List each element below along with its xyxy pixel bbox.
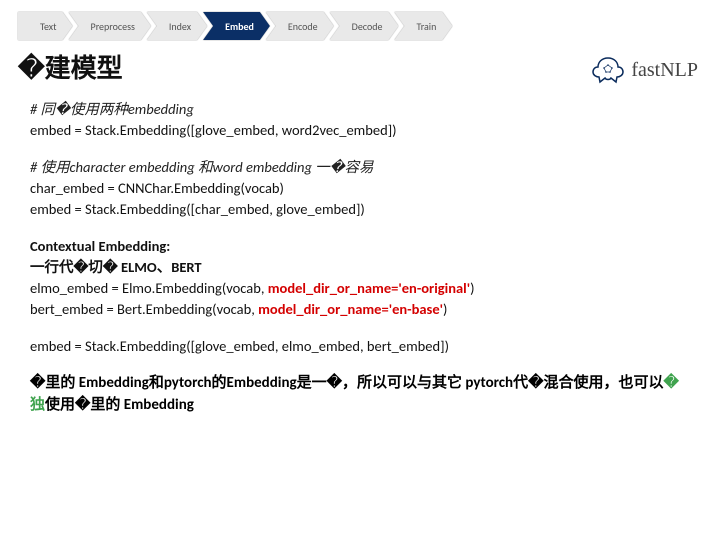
pipeline-step-encode: Encode	[266, 12, 334, 40]
contextual-sub: 一行代�切� ELMO、BERT	[30, 257, 690, 278]
code-line-3b: bert_embed = Bert.Embedding(vocab, model…	[30, 299, 690, 320]
block-stack-two: # 同�使用两种embedding embed = Stack.Embeddin…	[30, 99, 690, 141]
code-line-4: embed = Stack.Embedding([glove_embed, el…	[30, 336, 690, 357]
comment-2: # 使用character embedding 和word embedding …	[30, 157, 690, 178]
block-contextual: Contextual Embedding: 一行代�切� ELMO、BERT e…	[30, 236, 690, 320]
pipeline-step-preprocess: Preprocess	[69, 12, 151, 40]
footer-note: �里的 Embedding和pytorch的Embedding是一�，所以可以与…	[0, 373, 720, 417]
code-line-2a: char_embed = CNNChar.Embedding(vocab)	[30, 178, 690, 199]
code-line-3a: elmo_embed = Elmo.Embedding(vocab, model…	[30, 278, 690, 299]
param-en-base: model_dir_or_name='en-base'	[258, 300, 443, 318]
code-line-2b: embed = Stack.Embedding([char_embed, glo…	[30, 199, 690, 220]
code-line-1: embed = Stack.Embedding([glove_embed, wo…	[30, 120, 690, 141]
pipeline-step-index: Index	[147, 12, 207, 40]
block-stack-all: embed = Stack.Embedding([glove_embed, el…	[30, 336, 690, 357]
pipeline-step-embed: Embed	[203, 12, 270, 40]
pipeline-step-train: Train	[394, 12, 452, 40]
brain-icon	[591, 55, 625, 85]
page-title: �建模型	[18, 48, 123, 85]
content-area: # 同�使用两种embedding embed = Stack.Embeddin…	[0, 85, 720, 357]
pipeline-step-decode: Decode	[330, 12, 399, 40]
block-char-embed: # 使用character embedding 和word embedding …	[30, 157, 690, 220]
brand-name: fastNLP	[631, 59, 698, 82]
pipeline-step-text: Text	[18, 12, 73, 40]
pipeline-stepper: Text Preprocess Index Embed Encode Decod…	[0, 0, 720, 40]
comment-1: # 同�使用两种embedding	[30, 99, 690, 120]
contextual-heading: Contextual Embedding:	[30, 236, 690, 257]
param-en-original: model_dir_or_name='en-original'	[268, 279, 470, 297]
brand-logo: fastNLP	[591, 55, 698, 85]
